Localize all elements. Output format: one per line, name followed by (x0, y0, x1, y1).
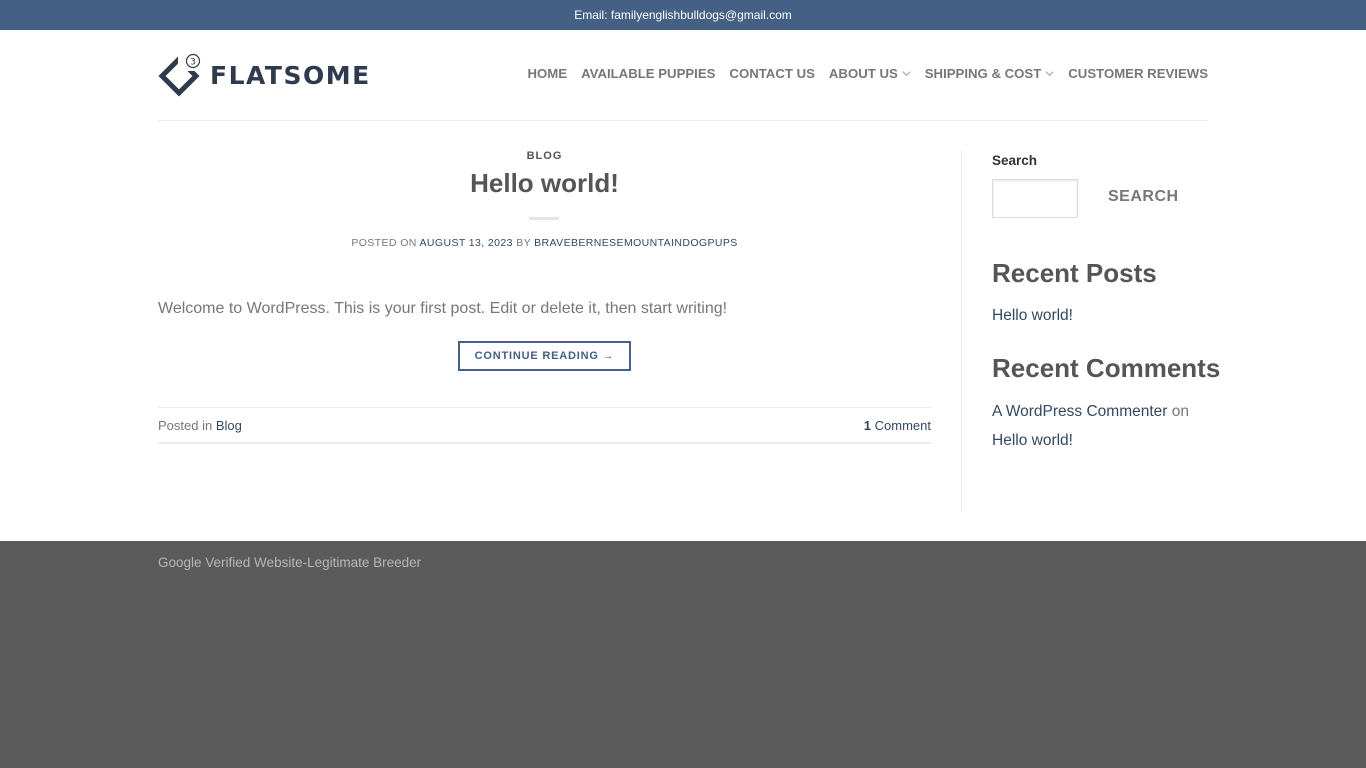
flatsome-logo-icon: 3 (158, 53, 202, 97)
chevron-down-icon (902, 69, 911, 78)
posted-in: Posted in Blog (158, 418, 242, 433)
comment-author-link[interactable]: A WordPress Commenter (992, 403, 1167, 420)
sidebar-divider (961, 150, 962, 512)
logo-text: FLATSOME (210, 60, 371, 90)
recent-comments-heading: Recent Comments (992, 353, 1221, 383)
posted-in-category-link[interactable]: Blog (216, 418, 242, 433)
post-meta: POSTED ON AUGUST 13, 2023 BY BRAVEBERNES… (158, 237, 931, 249)
post-title[interactable]: Hello world! (158, 168, 931, 199)
meta-posted-on: POSTED ON (351, 237, 417, 249)
site-footer: Google Verified Website-Legitimate Breed… (0, 541, 1366, 768)
post-excerpt: Welcome to WordPress. This is your first… (158, 300, 728, 317)
search-input[interactable] (992, 179, 1078, 218)
nav-available-puppies[interactable]: AVAILABLE PUPPIES (574, 66, 722, 81)
continue-reading-button[interactable]: CONTINUE READING → (458, 341, 631, 371)
title-divider (529, 217, 559, 220)
comment-on-text: on (1171, 403, 1189, 420)
post-category[interactable]: BLOG (158, 150, 931, 162)
meta-by: BY (516, 237, 531, 249)
nav-about-us[interactable]: ABOUT US (822, 66, 918, 81)
chevron-down-icon (1045, 69, 1054, 78)
recent-posts-heading: Recent Posts (992, 258, 1157, 288)
search-button[interactable]: SEARCH (1108, 188, 1179, 206)
recent-post-link[interactable]: Hello world! (992, 307, 1073, 325)
meta-author-link[interactable]: BRAVEBERNESEMOUNTAINDOGPUPS (534, 237, 738, 249)
comment-count: 1 (863, 417, 872, 433)
comments-link[interactable]: 1 Comment (864, 418, 931, 433)
site-logo[interactable]: 3 FLATSOME (158, 52, 371, 98)
posted-in-label: Posted in (158, 417, 213, 433)
main-nav: HOME AVAILABLE PUPPIES CONTACT US ABOUT … (521, 66, 1208, 81)
nav-shipping-cost[interactable]: SHIPPING & COST (918, 66, 1062, 81)
nav-home[interactable]: HOME (521, 66, 575, 81)
top-bar: Email: familyenglishbulldogs@gmail.com (0, 0, 1366, 30)
footer-text: Google Verified Website-Legitimate Breed… (158, 555, 422, 570)
comment-label: Comment (874, 417, 931, 433)
nav-customer-reviews[interactable]: CUSTOMER REVIEWS (1061, 66, 1208, 81)
search-label: Search (992, 153, 1038, 168)
top-bar-email[interactable]: Email: familyenglishbulldogs@gmail.com (574, 8, 792, 22)
comment-post-link[interactable]: Hello world! (992, 432, 1073, 450)
recent-comment-item: A WordPress Commenter on (992, 403, 1189, 421)
site-header: 3 FLATSOME HOME AVAILABLE PUPPIES CONTAC… (158, 30, 1208, 121)
nav-contact-us[interactable]: CONTACT US (722, 66, 821, 81)
post-footer: Posted in Blog 1 Comment (158, 407, 931, 444)
logo-badge: 3 (190, 58, 196, 68)
meta-date-link[interactable]: AUGUST 13, 2023 (420, 237, 513, 249)
